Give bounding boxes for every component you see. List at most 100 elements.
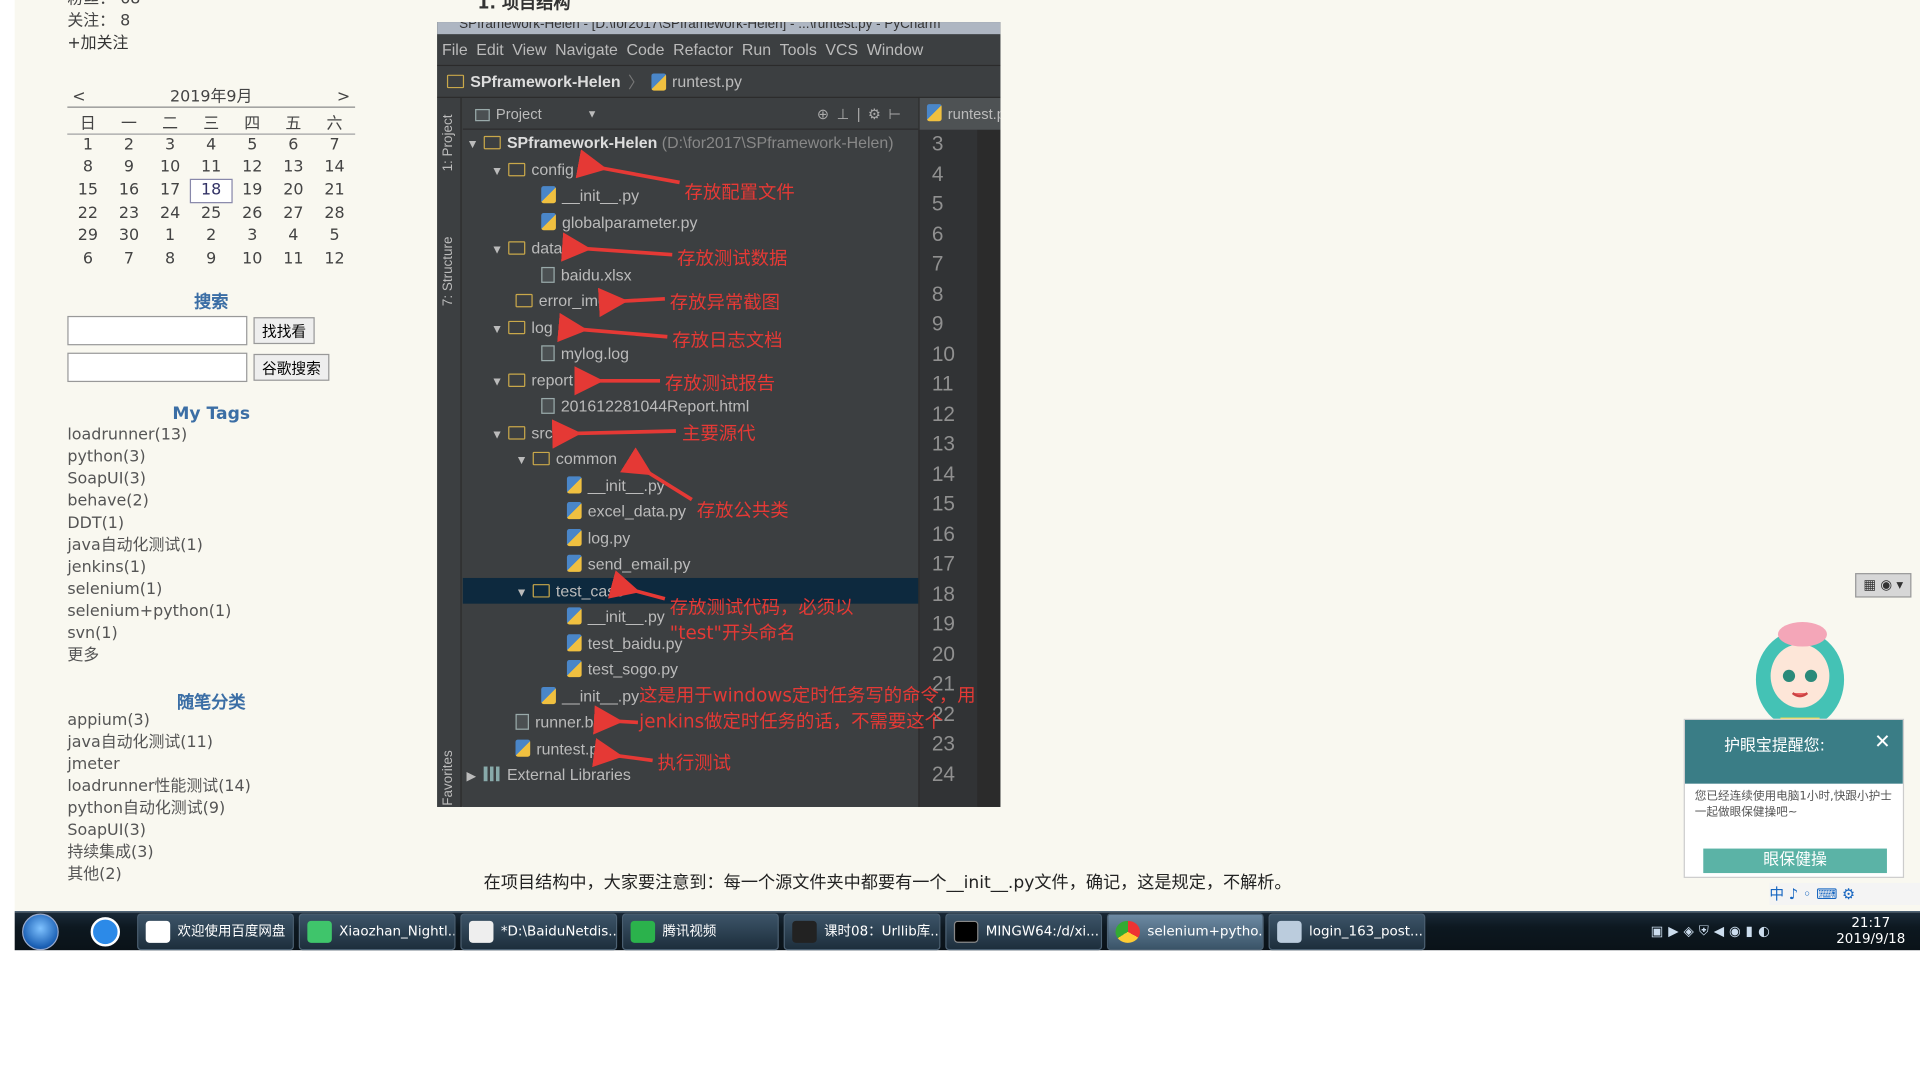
add-follow-link[interactable]: +加关注 (67, 33, 140, 55)
eye-exercise-button[interactable]: 眼保健操 (1703, 848, 1887, 874)
ime-toolbar-mini[interactable]: ▦ ◉ ▾ (1855, 573, 1912, 598)
popup-close-button[interactable]: ✕ (1874, 730, 1890, 753)
weekday-label: 四 (231, 110, 273, 135)
fans-count: 粉丝： 68 (67, 0, 140, 11)
annotation-error-img: 存放异常截图 (669, 291, 781, 314)
taskbar-item[interactable]: 腾讯视频 (622, 913, 779, 951)
popup-body: 您已经连续使用电脑1小时,快跟小护士一起做眼保健操吧~ (1694, 789, 1892, 820)
calendar-day: 8 (82, 158, 93, 177)
annotation-data: 存放测试数据 (677, 247, 788, 270)
mascot-nurse-icon (1755, 622, 1845, 735)
calendar-day: 13 (283, 158, 304, 177)
tag-link[interactable]: svn(1) (67, 623, 231, 645)
calendar-day: 30 (118, 226, 140, 246)
taskbar-item[interactable]: *D:\BaiduNetdis... (460, 913, 618, 951)
search-button[interactable]: 找找看 (253, 317, 315, 345)
category-link[interactable]: python自动化测试(9) (67, 798, 251, 820)
clock[interactable]: 21:17 2019/9/18 (1836, 915, 1905, 947)
categories-list: appium(3) java自动化测试(11) jmeter loadrunne… (67, 710, 251, 886)
tray-icons[interactable]: ▣▶◈⛨◀◉▮◐ (1651, 923, 1775, 940)
taskbar-item[interactable]: MINGW64:/d/xi... (945, 913, 1103, 951)
search-box-1: 找找看 (67, 315, 330, 346)
follow-count: 关注： 8 (67, 12, 131, 31)
tag-link[interactable]: java自动化测试(1) (67, 535, 231, 557)
taskbar-item[interactable]: Xiaozhan_Nightl... (298, 913, 456, 951)
category-link[interactable]: 其他(2) (67, 864, 251, 886)
arrow-runner (593, 705, 639, 735)
ime-status-bar[interactable]: 中 ♪ ◦ ⌨ ⚙ (1769, 882, 1920, 905)
calendar-day-today[interactable]: 18 (189, 178, 233, 204)
annotation-runner-2: jenkins做定时任务的话，不需要这个 (639, 710, 943, 733)
eye-care-popup: 护眼宝提醒您: ✕ 您已经连续使用电脑1小时,快跟小护士一起做眼保健操吧~ 眼保… (1683, 718, 1905, 878)
category-link[interactable]: java自动化测试(11) (67, 732, 251, 754)
taskbar-item[interactable]: 课时08：Urllib库... (783, 913, 941, 951)
tags-list: loadrunner(13) python(3) SoapUI(3) behav… (67, 425, 231, 667)
weekday-label: 日 (67, 110, 109, 135)
arrow-src (551, 419, 676, 449)
quicklaunch-k-icon[interactable] (83, 916, 127, 948)
calendar-next-button[interactable]: > (337, 88, 350, 106)
tag-link[interactable]: loadrunner(13) (67, 425, 231, 447)
weekday-label: 五 (272, 110, 314, 135)
category-link[interactable]: 持续集成(3) (67, 842, 251, 864)
tag-link[interactable]: behave(2) (67, 491, 231, 513)
annotation-common: 存放公共类 (696, 499, 789, 522)
calendar-day: 23 (118, 203, 140, 223)
tag-link[interactable]: SoapUI(3) (67, 469, 231, 491)
calendar-day: 6 (82, 249, 93, 268)
arrow-test-case (607, 570, 666, 601)
calendar-day: 8 (165, 249, 176, 268)
more-tags-link[interactable]: 更多 (67, 645, 231, 667)
calendar-grid: 日 一 二 三 四 五 六 1234567 8 9 10 11 12 13 14 15 16 1… (67, 110, 356, 270)
weekday-label: 二 (149, 110, 191, 135)
weekday-label: 六 (313, 110, 356, 135)
calendar-day: 27 (283, 203, 304, 223)
calendar-prev-button[interactable]: < (72, 88, 85, 106)
calendar-day: 14 (324, 158, 345, 177)
screen: 粉丝： 68 关注： 8 +加关注 < 2019年9月 > 日 一 二 三 四 … (0, 0, 1920, 1080)
annotation-runtest: 执行测试 (657, 751, 732, 774)
google-search-button[interactable]: 谷歌搜索 (253, 353, 330, 381)
video-player-icon (792, 920, 817, 943)
category-link[interactable]: appium(3) (67, 710, 251, 732)
search-input[interactable] (67, 315, 248, 346)
calendar-day: 2 (206, 226, 217, 246)
pycharm-icon (307, 920, 332, 943)
category-link[interactable]: loadrunner性能测试(14) (67, 776, 251, 798)
taskbar-item[interactable]: login_163_post... (1268, 913, 1426, 951)
calendar-day: 24 (159, 203, 181, 223)
category-link[interactable]: jmeter (67, 754, 251, 776)
weekday-label: 三 (190, 110, 232, 135)
calendar-day: 10 (159, 158, 181, 177)
calendar-day: 1 (82, 135, 93, 155)
category-link[interactable]: SoapUI(3) (67, 820, 251, 842)
calendar-day: 22 (77, 203, 99, 223)
popup-header: 护眼宝提醒您: ✕ (1684, 720, 1903, 784)
arrow-runtest (592, 738, 653, 768)
calendar-day: 11 (201, 158, 222, 177)
taskbar-item-active[interactable]: selenium+pytho... (1106, 913, 1264, 951)
google-search-input[interactable] (67, 352, 248, 383)
tag-link[interactable]: python(3) (67, 447, 231, 469)
calendar-day: 3 (165, 135, 176, 155)
arrow-log (557, 312, 668, 343)
calendar-day: 19 (242, 181, 263, 200)
tag-link[interactable]: DDT(1) (67, 513, 231, 535)
calendar-day: 3 (247, 226, 258, 246)
calendar-day: 17 (159, 181, 181, 200)
popup-title: 护眼宝提醒您: (1724, 737, 1825, 756)
tag-link[interactable]: jenkins(1) (67, 557, 231, 579)
profile-stats: 粉丝： 68 关注： 8 +加关注 (67, 0, 140, 55)
taskbar-item[interactable]: 欢迎使用百度网盘 (137, 913, 294, 951)
search-box-2: 谷歌搜索 (67, 352, 330, 383)
notepad-icon (468, 920, 494, 943)
search-title: 搜索 (194, 292, 229, 313)
system-tray: ▣▶◈⛨◀◉▮◐ 21:17 2019/9/18 (1641, 912, 1920, 951)
tag-link[interactable]: selenium+python(1) (67, 601, 231, 623)
annotation-test-case-2: "test"开头命名 (669, 622, 796, 645)
calendar-day: 5 (247, 135, 258, 155)
calendar-day: 29 (77, 226, 99, 246)
tag-link[interactable]: selenium(1) (67, 579, 231, 601)
start-button[interactable] (22, 913, 59, 951)
calendar-title: 2019年9月 (169, 88, 253, 107)
